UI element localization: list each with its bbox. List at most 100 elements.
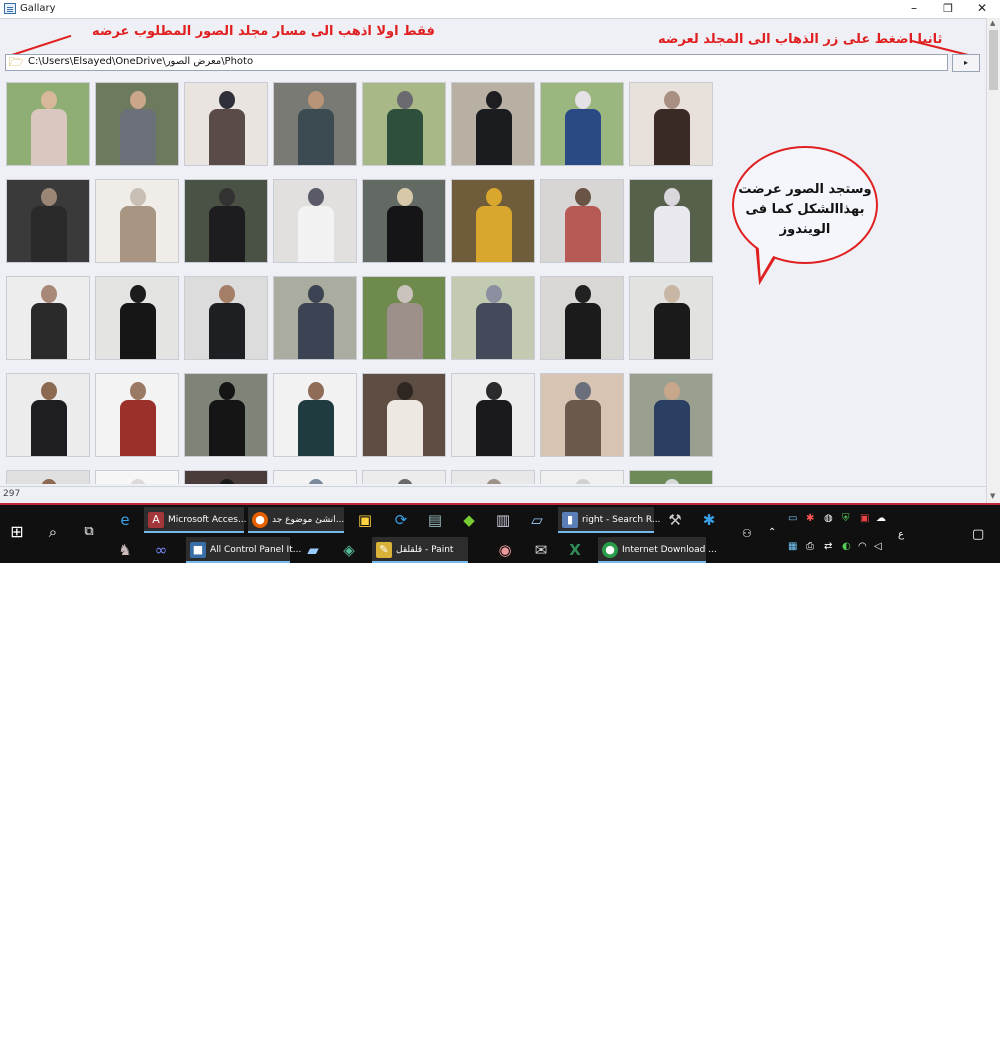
excel-icon[interactable]: X — [564, 539, 586, 561]
app-icon-1[interactable]: ▣ — [354, 509, 376, 531]
gallery-thumbnail[interactable] — [362, 373, 446, 457]
gallery-thumbnail[interactable] — [629, 179, 713, 263]
app-icon-8[interactable]: ♞ — [114, 539, 136, 561]
edge-browser-icon[interactable]: e — [114, 509, 136, 531]
gallery-thumbnail[interactable] — [362, 276, 446, 360]
gallery-thumbnail[interactable] — [629, 470, 713, 484]
gallery-thumbnail[interactable] — [184, 82, 268, 166]
thumbnail-figure-body — [387, 206, 423, 262]
taskbar-item-access[interactable]: A Microsoft Acces... — [144, 507, 247, 533]
tray-chevron-icon[interactable]: ⌃ — [768, 527, 776, 538]
gallery-thumbnail[interactable] — [540, 179, 624, 263]
app-icon-4[interactable]: ◆ — [458, 509, 480, 531]
gallery-thumbnail[interactable] — [362, 470, 446, 484]
task-view-icon[interactable]: ⧉ — [78, 521, 100, 543]
close-button[interactable]: ✕ — [966, 0, 998, 18]
tray-icon-2[interactable]: ◍ — [824, 513, 833, 524]
shield-icon[interactable]: ⛨ — [842, 513, 850, 524]
thumbnail-figure-head — [486, 479, 502, 484]
gallery-thumbnail[interactable] — [451, 470, 535, 484]
tray-icon-4[interactable]: ◐ — [842, 541, 851, 552]
status-bar: 297 — [0, 486, 986, 503]
windows-start-icon[interactable]: ⊞ — [6, 521, 28, 543]
minimize-button[interactable]: – — [898, 0, 930, 18]
gallery-thumbnail[interactable] — [451, 179, 535, 263]
gallery-thumbnail[interactable] — [451, 276, 535, 360]
gallery-thumbnail[interactable] — [362, 179, 446, 263]
gallery-thumbnail[interactable] — [6, 373, 90, 457]
app-icon-3[interactable]: ▤ — [424, 509, 446, 531]
gallery-thumbnail[interactable] — [629, 276, 713, 360]
app-icon-10[interactable]: ◈ — [338, 539, 360, 561]
gallery-thumbnail[interactable] — [6, 276, 90, 360]
app-icon-5[interactable]: ▥ — [492, 509, 514, 531]
tray-icon-3[interactable]: ▣ — [860, 513, 869, 524]
gallery-thumbnail[interactable] — [540, 82, 624, 166]
gallery-thumbnail[interactable] — [95, 82, 179, 166]
search-icon[interactable]: ⌕ — [42, 521, 64, 543]
volume-icon[interactable]: ◁ — [874, 541, 882, 552]
network-adapter-icon[interactable]: ▦ — [788, 541, 797, 552]
gallery-thumbnail[interactable] — [273, 276, 357, 360]
tray-icon-red[interactable]: ✱ — [806, 513, 814, 524]
app-icon-11[interactable]: ◉ — [494, 539, 516, 561]
thumbnail-figure-body — [298, 206, 334, 262]
taskbar-item-idm[interactable]: ● Internet Download ... — [598, 537, 717, 563]
gallery-thumbnail[interactable] — [451, 373, 535, 457]
app-icon-2[interactable]: ⟳ — [390, 509, 412, 531]
scrollbar-thumb[interactable] — [989, 30, 998, 90]
wifi-icon[interactable]: ◠ — [858, 541, 867, 552]
printer-icon[interactable]: ⎙ — [806, 541, 814, 552]
gallery-thumbnail[interactable] — [540, 373, 624, 457]
app-icon-9[interactable]: ▰ — [302, 539, 324, 561]
restore-button[interactable]: ❐ — [932, 0, 964, 18]
gallery-thumbnail[interactable] — [540, 276, 624, 360]
gallery-thumbnail[interactable] — [95, 179, 179, 263]
tools-icon[interactable]: ⚒ — [664, 509, 686, 531]
gallery-thumbnail[interactable] — [273, 82, 357, 166]
cloud-icon[interactable]: ☁ — [876, 513, 886, 524]
go-to-folder-button[interactable]: ▸ — [952, 54, 980, 72]
gallery-thumbnail[interactable] — [95, 470, 179, 484]
clock[interactable]: 11:48 م الجمعة ٢٠١٩/٠١/٢٥ — [912, 1012, 968, 1057]
thumbnail-figure-body — [387, 303, 423, 359]
taskbar-item-firefox[interactable]: ● انشئ موضوع جد... — [248, 507, 344, 533]
notification-icon[interactable]: ▢ — [972, 527, 984, 542]
gallery-thumbnail[interactable] — [95, 276, 179, 360]
gallery-thumbnail[interactable] — [629, 82, 713, 166]
taskbar-item-label: right - Search R... — [582, 515, 661, 525]
scroll-down-icon[interactable]: ▼ — [990, 492, 995, 500]
gallery-thumbnail[interactable] — [273, 373, 357, 457]
input-language[interactable]: ع — [898, 529, 904, 540]
folder-path-field[interactable]: 🗁 C:\Users\Elsayed\OneDrive\معرض الصور\P… — [5, 54, 948, 71]
gallery-thumbnail[interactable] — [184, 470, 268, 484]
people-icon[interactable]: ⚇ — [742, 527, 752, 540]
gallery-thumbnail[interactable] — [273, 470, 357, 484]
gallery-thumbnail[interactable] — [184, 179, 268, 263]
app-icon-6[interactable]: ▱ — [526, 509, 548, 531]
mail-icon[interactable]: ✉ — [530, 539, 552, 561]
infinity-icon[interactable]: ∞ — [150, 539, 172, 561]
thumbnail-figure-head — [130, 91, 146, 109]
gallery-thumbnail[interactable] — [451, 82, 535, 166]
usb-icon[interactable]: ⇄ — [824, 541, 832, 552]
gallery-thumbnail[interactable] — [6, 470, 90, 484]
thumbnail-figure-body — [565, 206, 601, 262]
folder-icon[interactable]: 🗁 — [6, 55, 26, 70]
battery-icon[interactable]: ▭ — [788, 513, 797, 524]
scroll-up-icon[interactable]: ▲ — [990, 19, 995, 27]
gallery-thumbnail[interactable] — [6, 82, 90, 166]
taskbar-item-control-panel[interactable]: ■ All Control Panel It... — [186, 537, 301, 563]
gallery-thumbnail[interactable] — [540, 470, 624, 484]
taskbar-item-paint[interactable]: ✎ قلقلقل - Paint — [372, 537, 468, 563]
gallery-thumbnail[interactable] — [629, 373, 713, 457]
gallery-thumbnail[interactable] — [184, 373, 268, 457]
gallery-thumbnail[interactable] — [273, 179, 357, 263]
taskbar-item-search[interactable]: ▮ right - Search R... — [558, 507, 660, 533]
app-icon-7[interactable]: ✱ — [698, 509, 720, 531]
vertical-scrollbar[interactable]: ▲ ▼ — [986, 18, 1000, 503]
gallery-thumbnail[interactable] — [362, 82, 446, 166]
gallery-thumbnail[interactable] — [95, 373, 179, 457]
gallery-thumbnail[interactable] — [184, 276, 268, 360]
gallery-thumbnail[interactable] — [6, 179, 90, 263]
